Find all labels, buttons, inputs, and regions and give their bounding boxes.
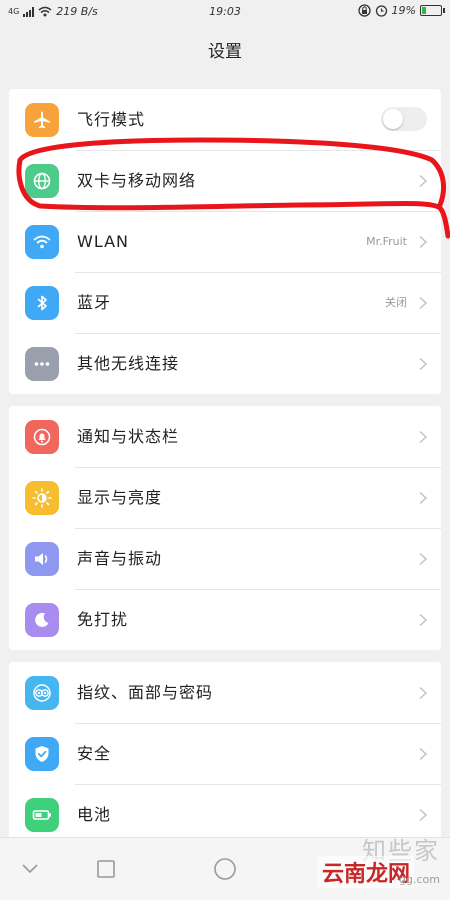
toggle-knob bbox=[383, 109, 403, 129]
setting-row-display-brightness[interactable]: 显示与亮度 bbox=[9, 467, 441, 528]
setting-label: WLAN bbox=[77, 232, 130, 251]
chevron-right-icon bbox=[419, 174, 428, 188]
moon-icon bbox=[25, 603, 59, 637]
setting-row-sound-vibration[interactable]: 声音与振动 bbox=[9, 528, 441, 589]
setting-label: 指纹、面部与密码 bbox=[77, 683, 214, 702]
setting-label: 免打扰 bbox=[77, 610, 129, 629]
battery-icon bbox=[420, 5, 445, 16]
setting-row-wlan[interactable]: WLAN Mr.Fruit bbox=[9, 211, 441, 272]
airplane-icon bbox=[25, 103, 59, 137]
setting-row-bluetooth[interactable]: 蓝牙 关闭 bbox=[9, 272, 441, 333]
setting-row-airplane-mode[interactable]: 飞行模式 bbox=[9, 89, 441, 150]
watermark-url: gg.com bbox=[399, 873, 440, 886]
setting-label: 双卡与移动网络 bbox=[77, 171, 197, 190]
chevron-right-icon bbox=[419, 296, 428, 310]
page-title: 设置 bbox=[208, 41, 242, 62]
setting-row-fingerprint-face-password[interactable]: 指纹、面部与密码 bbox=[9, 662, 441, 723]
status-bar: 4G 219 B/s 19:03 19% bbox=[0, 0, 450, 24]
chevron-right-icon bbox=[419, 747, 428, 761]
back-chevron-icon[interactable] bbox=[13, 852, 47, 886]
system-nav-bar: 知些家 云南龙网 gg.com bbox=[0, 837, 450, 900]
lock-rotation-icon bbox=[357, 4, 371, 17]
status-right: 19% bbox=[357, 4, 445, 17]
chevron-right-icon bbox=[419, 613, 428, 627]
wlan-network-name: Mr.Fruit bbox=[366, 235, 407, 248]
setting-label: 通知与状态栏 bbox=[77, 427, 180, 446]
settings-group-security: 指纹、面部与密码 安全 电池 bbox=[9, 662, 441, 845]
setting-label: 电池 bbox=[77, 805, 112, 824]
setting-row-notification-status-bar[interactable]: 通知与状态栏 bbox=[9, 406, 441, 467]
recents-square-icon[interactable] bbox=[89, 852, 123, 886]
setting-row-dual-sim-mobile-network[interactable]: 双卡与移动网络 bbox=[9, 150, 441, 211]
setting-label: 显示与亮度 bbox=[77, 488, 163, 507]
setting-row-do-not-disturb[interactable]: 免打扰 bbox=[9, 589, 441, 650]
setting-label: 蓝牙 bbox=[77, 293, 112, 312]
chevron-right-icon bbox=[419, 552, 428, 566]
chevron-right-icon bbox=[419, 357, 428, 371]
home-circle-icon[interactable] bbox=[208, 852, 242, 886]
settings-group-display-sound: 通知与状态栏 显示与亮度 声音与振动 免打扰 bbox=[9, 406, 441, 650]
setting-label: 其他无线连接 bbox=[77, 354, 180, 373]
airplane-mode-toggle[interactable] bbox=[381, 107, 427, 131]
bluetooth-status: 关闭 bbox=[385, 296, 407, 309]
notification-bell-icon bbox=[25, 420, 59, 454]
setting-row-security[interactable]: 安全 bbox=[9, 723, 441, 784]
setting-label: 飞行模式 bbox=[77, 110, 146, 129]
setting-label: 声音与振动 bbox=[77, 549, 163, 568]
chevron-right-icon bbox=[419, 808, 428, 822]
alarm-icon bbox=[375, 5, 387, 17]
chevron-right-icon bbox=[419, 491, 428, 505]
settings-group-connections: 飞行模式 双卡与移动网络 WLAN Mr.Fruit 蓝牙 关闭 其他无线连接 bbox=[9, 89, 441, 394]
bluetooth-icon bbox=[25, 286, 59, 320]
battery-percent: 19% bbox=[391, 4, 416, 17]
brightness-icon bbox=[25, 481, 59, 515]
setting-label: 安全 bbox=[77, 744, 112, 763]
wifi-icon bbox=[25, 225, 59, 259]
setting-row-other-wireless[interactable]: 其他无线连接 bbox=[9, 333, 441, 394]
battery-icon bbox=[25, 798, 59, 832]
more-dots-icon bbox=[25, 347, 59, 381]
speaker-icon bbox=[25, 542, 59, 576]
fingerprint-icon bbox=[25, 676, 59, 710]
chevron-right-icon bbox=[419, 235, 428, 249]
shield-check-icon bbox=[25, 737, 59, 771]
chevron-right-icon bbox=[419, 430, 428, 444]
chevron-right-icon bbox=[419, 686, 428, 700]
battery-fill bbox=[422, 7, 426, 14]
globe-icon bbox=[25, 164, 59, 198]
